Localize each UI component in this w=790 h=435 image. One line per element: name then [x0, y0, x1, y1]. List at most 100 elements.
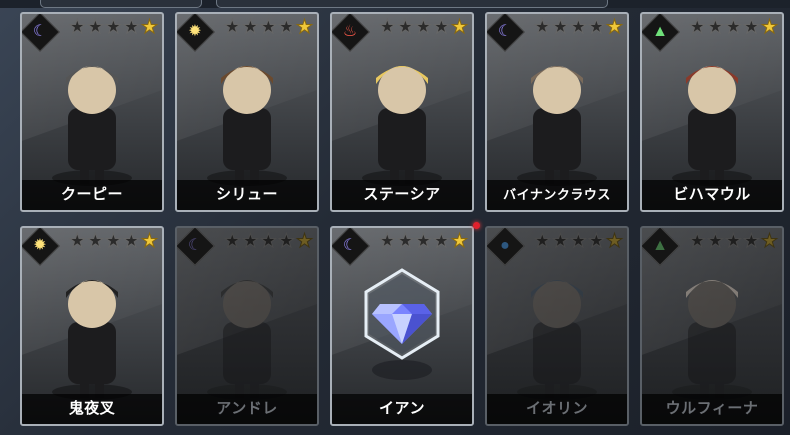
gold-star-icon: ★	[450, 231, 468, 252]
star-icon: ★	[68, 231, 86, 252]
gold-star-icon: ★	[605, 231, 623, 252]
star-icon: ★	[533, 231, 551, 252]
character-portrait	[22, 252, 162, 402]
gold-star-icon: ★	[140, 231, 158, 252]
character-name: 鬼夜叉	[22, 394, 162, 424]
character-name: ビハマウル	[642, 180, 782, 210]
star-icon: ★	[241, 17, 259, 38]
star-icon: ★	[122, 17, 140, 38]
star-icon: ★	[551, 231, 569, 252]
star-rating: ★ ★ ★ ★ ★	[223, 231, 313, 252]
wind-icon: ▲	[652, 237, 668, 254]
character-card[interactable]: ☾ ★ ★ ★ ★ ★ アンドレ	[175, 226, 319, 426]
notification-dot	[473, 222, 480, 229]
gold-star-icon: ★	[760, 231, 778, 252]
star-rating: ★ ★ ★ ★ ★	[378, 17, 468, 38]
character-portrait	[642, 252, 782, 402]
star-icon: ★	[396, 231, 414, 252]
star-icon: ★	[378, 231, 396, 252]
star-icon: ★	[432, 17, 450, 38]
character-card[interactable]: ● ★ ★ ★ ★ ★ イオリン	[485, 226, 629, 426]
diamond-icon	[332, 252, 472, 402]
star-icon: ★	[569, 231, 587, 252]
character-card[interactable]: ▲ ★ ★ ★ ★ ★ ウルフィーナ	[640, 226, 784, 426]
sun-icon: ✹	[33, 237, 47, 254]
star-icon: ★	[259, 17, 277, 38]
water-icon: ●	[500, 237, 510, 254]
star-icon: ★	[569, 17, 587, 38]
character-name: イオリン	[487, 394, 627, 424]
character-card[interactable]: ☾ ★ ★ ★ ★ ★ バイナンクラウス	[485, 12, 629, 212]
star-icon: ★	[587, 231, 605, 252]
sun-icon: ✹	[188, 23, 202, 40]
star-icon: ★	[587, 17, 605, 38]
wind-icon: ▲	[652, 23, 668, 40]
character-card[interactable]: ♨ ★ ★ ★ ★ ★ ステーシア	[330, 12, 474, 212]
star-icon: ★	[724, 17, 742, 38]
character-grid: ☾ ★ ★ ★ ★ ★ クーピー ✹ ★ ★ ★ ★ ★ シリュー ♨ ★ ★ ★ ★ ★ ステーシア ☾ ★ ★ ★	[0, 0, 790, 435]
star-icon: ★	[533, 17, 551, 38]
character-name: アンドレ	[177, 394, 317, 424]
moon-icon: ☾	[497, 23, 513, 40]
star-icon: ★	[259, 231, 277, 252]
star-icon: ★	[688, 231, 706, 252]
star-rating: ★ ★ ★ ★ ★	[223, 17, 313, 38]
character-portrait	[487, 252, 627, 402]
character-portrait	[642, 38, 782, 188]
character-card[interactable]: ✹ ★ ★ ★ ★ ★ シリュー	[175, 12, 319, 212]
moon-icon: ☾	[187, 237, 203, 254]
star-icon: ★	[378, 17, 396, 38]
star-icon: ★	[241, 231, 259, 252]
gold-star-icon: ★	[450, 17, 468, 38]
star-icon: ★	[414, 17, 432, 38]
star-icon: ★	[223, 231, 241, 252]
star-icon: ★	[86, 17, 104, 38]
character-portrait	[332, 38, 472, 188]
character-name: シリュー	[177, 180, 317, 210]
star-icon: ★	[551, 17, 569, 38]
star-icon: ★	[104, 231, 122, 252]
gold-star-icon: ★	[295, 231, 313, 252]
gold-star-icon: ★	[760, 17, 778, 38]
star-icon: ★	[706, 231, 724, 252]
star-icon: ★	[414, 231, 432, 252]
character-card[interactable]: ✹ ★ ★ ★ ★ ★ 鬼夜叉	[20, 226, 164, 426]
star-icon: ★	[742, 231, 760, 252]
character-card[interactable]: ☾ ★ ★ ★ ★ ★ イアン	[330, 226, 474, 426]
character-portrait	[487, 38, 627, 188]
star-rating: ★ ★ ★ ★ ★	[688, 231, 778, 252]
star-icon: ★	[68, 17, 86, 38]
star-icon: ★	[122, 231, 140, 252]
character-portrait	[22, 38, 162, 188]
gold-star-icon: ★	[295, 17, 313, 38]
star-icon: ★	[277, 17, 295, 38]
star-rating: ★ ★ ★ ★ ★	[533, 17, 623, 38]
character-name: イアン	[332, 394, 472, 424]
star-icon: ★	[688, 17, 706, 38]
star-rating: ★ ★ ★ ★ ★	[533, 231, 623, 252]
character-card[interactable]: ☾ ★ ★ ★ ★ ★ クーピー	[20, 12, 164, 212]
character-portrait	[177, 38, 317, 188]
star-icon: ★	[396, 17, 414, 38]
star-icon: ★	[277, 231, 295, 252]
character-name: ウルフィーナ	[642, 394, 782, 424]
star-rating: ★ ★ ★ ★ ★	[378, 231, 468, 252]
fire-icon: ♨	[342, 23, 358, 40]
character-name: クーピー	[22, 180, 162, 210]
character-name: バイナンクラウス	[487, 180, 627, 210]
star-icon: ★	[724, 231, 742, 252]
character-portrait	[177, 252, 317, 402]
star-icon: ★	[432, 231, 450, 252]
star-rating: ★ ★ ★ ★ ★	[68, 231, 158, 252]
gold-star-icon: ★	[605, 17, 623, 38]
gold-star-icon: ★	[140, 17, 158, 38]
star-icon: ★	[742, 17, 760, 38]
star-icon: ★	[223, 17, 241, 38]
moon-icon: ☾	[342, 237, 358, 254]
star-icon: ★	[104, 17, 122, 38]
moon-icon: ☾	[32, 23, 48, 40]
character-name: ステーシア	[332, 180, 472, 210]
star-rating: ★ ★ ★ ★ ★	[688, 17, 778, 38]
character-card[interactable]: ▲ ★ ★ ★ ★ ★ ビハマウル	[640, 12, 784, 212]
star-icon: ★	[706, 17, 724, 38]
